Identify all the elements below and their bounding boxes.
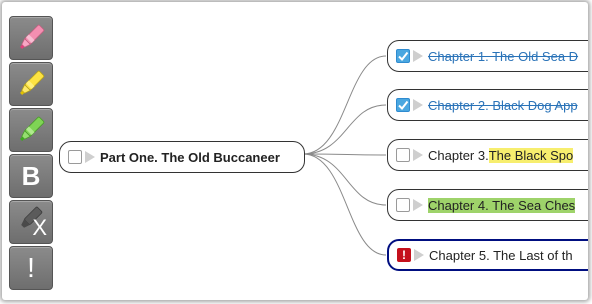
chapter-node-2[interactable]: Chapter 2. Black Dog App (387, 89, 588, 121)
chapter-1-checkbox[interactable] (396, 49, 410, 63)
chapter-node-4[interactable]: Chapter 4. The Sea Ches (387, 189, 588, 221)
expand-arrow-icon[interactable] (413, 149, 423, 161)
mindmap-canvas: B X ! Part One. The Old Buccaneer Chapte… (2, 2, 588, 300)
root-checkbox[interactable] (68, 150, 82, 164)
chapter-3-prefix: Chapter 3. (428, 147, 489, 163)
exclamation-icon: ! (27, 252, 35, 283)
pink-marker-icon (20, 24, 45, 49)
green-marker-button[interactable] (9, 108, 53, 152)
root-label: Part One. The Old Buccaneer (100, 149, 280, 165)
expand-arrow-icon[interactable] (414, 249, 424, 261)
checkmark-icon (398, 51, 409, 62)
chapter-5-label: Chapter 5. The Last of th (429, 247, 573, 263)
expand-arrow-icon[interactable] (413, 99, 423, 111)
checkmark-icon (398, 100, 409, 111)
expand-arrow-icon[interactable] (413, 199, 423, 211)
connector-5 (302, 153, 387, 256)
formatting-toolbar: B X ! (9, 16, 55, 290)
root-node[interactable]: Part One. The Old Buccaneer (59, 141, 305, 173)
chapter-1-label: Chapter 1. The Old Sea D (428, 48, 579, 64)
green-marker-icon (20, 116, 45, 141)
important-button[interactable]: ! (9, 246, 53, 290)
chapter-node-3[interactable]: Chapter 3. The Black Spo (387, 139, 588, 171)
connector-3 (302, 153, 387, 156)
chapter-4-checkbox[interactable] (396, 198, 410, 212)
chapter-node-5[interactable]: ! Chapter 5. The Last of th (387, 239, 588, 271)
connector-4 (302, 153, 387, 206)
bold-icon: B (21, 160, 41, 191)
chapter-3-highlight: The Black Spo (488, 147, 574, 163)
bold-button[interactable]: B (9, 154, 53, 198)
expand-arrow-icon[interactable] (413, 50, 423, 62)
chapter-4-label: Chapter 4. The Sea Ches (428, 197, 576, 213)
yellow-marker-button[interactable] (9, 62, 53, 106)
chapter-3-checkbox[interactable] (396, 148, 410, 162)
yellow-marker-icon (20, 70, 45, 95)
chapter-2-label: Chapter 2. Black Dog App (428, 97, 578, 113)
expand-arrow-icon[interactable] (85, 151, 95, 163)
pink-marker-button[interactable] (9, 16, 53, 60)
connector-1 (302, 55, 387, 155)
connector-2 (302, 104, 387, 155)
clear-format-button[interactable]: X (9, 200, 53, 244)
important-flag-icon[interactable]: ! (397, 248, 411, 262)
chapter-2-checkbox[interactable] (396, 98, 410, 112)
clear-x-icon: X (32, 215, 47, 240)
chapter-node-1[interactable]: Chapter 1. The Old Sea D (387, 40, 588, 72)
